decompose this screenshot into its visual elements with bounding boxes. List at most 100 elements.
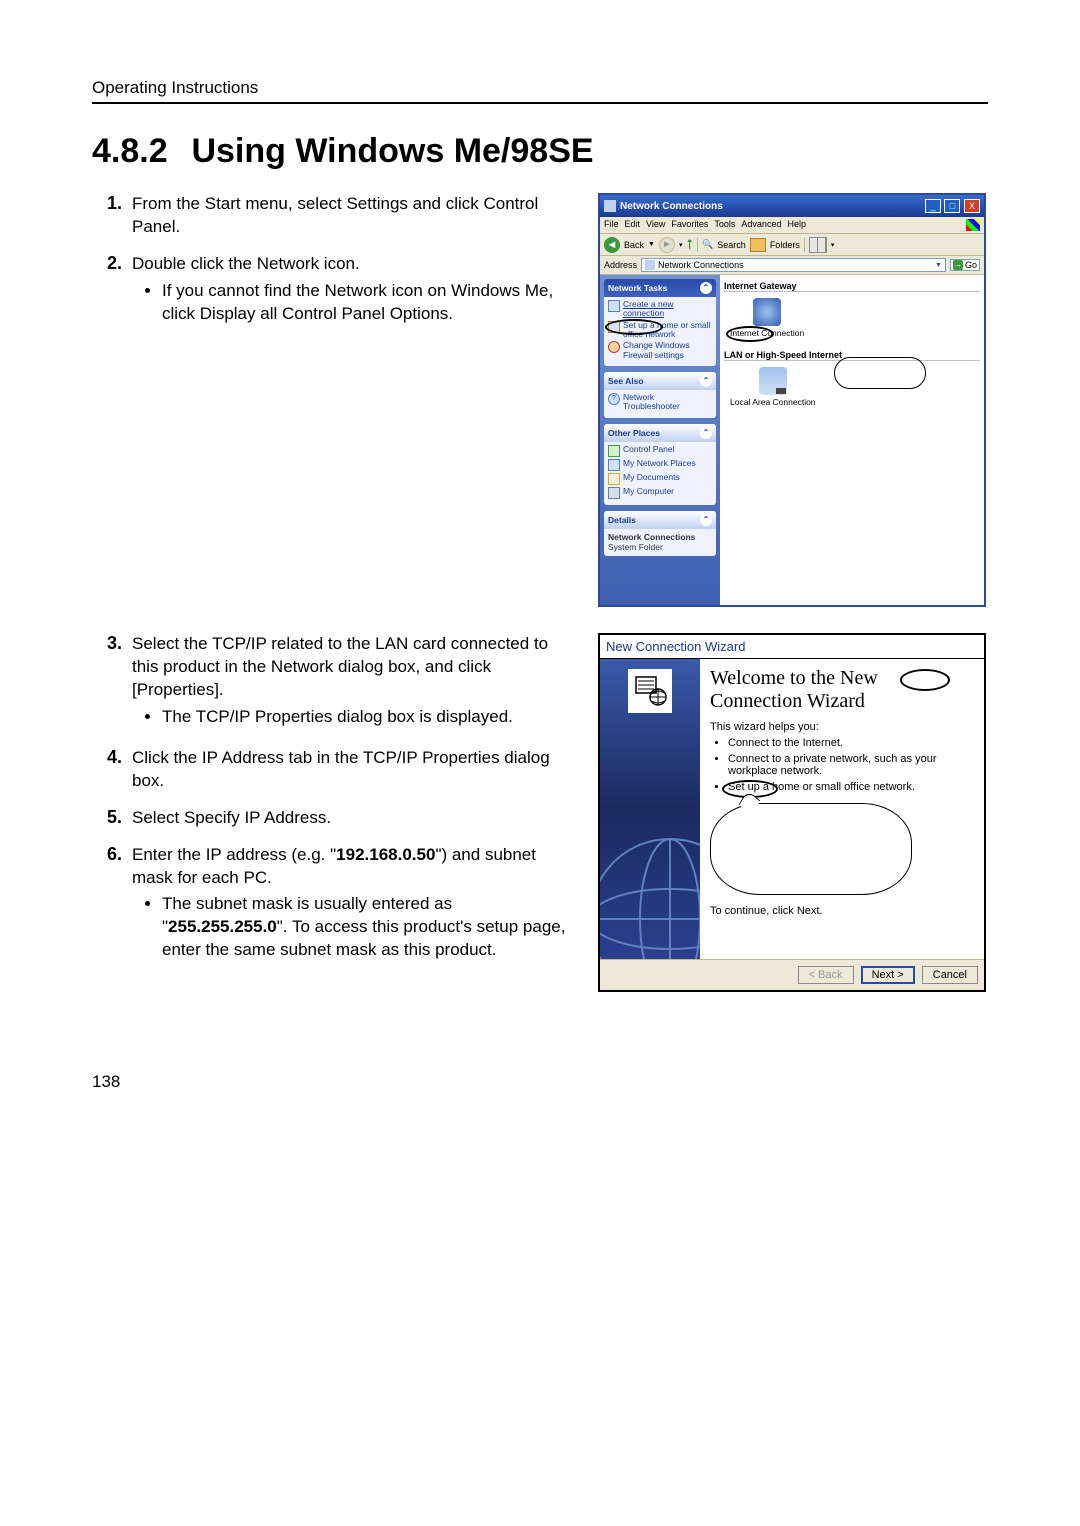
link-my-computer[interactable]: My Computer (608, 487, 712, 499)
lan-icon (759, 367, 787, 395)
annotation-circle (605, 319, 663, 335)
bullet-item: If you cannot find the Network icon on W… (162, 280, 578, 326)
wizard-title-bar: New Connection Wizard (600, 635, 984, 659)
back-button: < Back (798, 966, 854, 984)
address-bar: Address Network Connections ▼ →Go (600, 256, 984, 275)
folders-icon[interactable] (750, 238, 766, 252)
address-label: Address (604, 260, 637, 270)
menu-edit[interactable]: Edit (625, 219, 641, 231)
network-tasks-header[interactable]: Network Tasks ⌃ (604, 279, 716, 297)
collapse-icon[interactable]: ⌃ (700, 514, 712, 526)
step-text: Click the IP Address tab in the TCP/IP P… (132, 748, 550, 790)
collapse-icon[interactable]: ⌃ (700, 282, 712, 294)
go-button[interactable]: →Go (950, 259, 980, 271)
next-button[interactable]: Next > (861, 966, 915, 984)
back-label: Back (624, 240, 644, 250)
wizard-bullet: Connect to the Internet. (728, 737, 974, 749)
steps-block-2: 3. Select the TCP/IP related to the LAN … (92, 633, 578, 966)
firewall-icon (608, 341, 620, 353)
menu-bar[interactable]: File Edit View Favorites Tools Advanced … (600, 217, 984, 234)
toolbar: ◄ Back ▼ ► ▾ ⭡ 🔍 Search Folders ▾ (600, 234, 984, 256)
item-local-area-connection[interactable]: Local Area Connection (730, 367, 816, 407)
help-icon: ? (608, 393, 620, 405)
item-internet-connection[interactable]: Internet Connection (730, 298, 804, 338)
task-link-setup-network[interactable]: Set up a home or small office network (608, 321, 712, 340)
search-icon[interactable]: 🔍 (702, 239, 713, 250)
address-icon (645, 260, 655, 270)
step-number: 2. (92, 253, 132, 330)
close-button[interactable]: X (964, 199, 980, 213)
bullet-item: The TCP/IP Properties dialog box is disp… (162, 706, 578, 729)
menu-tools[interactable]: Tools (714, 219, 735, 231)
see-also-header[interactable]: See Also ⌃ (604, 372, 716, 390)
wizard-heading: Welcome to the New Connection Wizard (710, 667, 974, 713)
link-my-network-places[interactable]: My Network Places (608, 459, 712, 471)
annotation-callout (834, 357, 926, 389)
window-title: Network Connections (620, 201, 924, 212)
menu-favorites[interactable]: Favorites (671, 219, 708, 231)
annotation-callout (710, 803, 912, 895)
wizard-bullet: Connect to a private network, such as yo… (728, 753, 974, 777)
step-number: 5. (92, 807, 132, 830)
views-icon[interactable] (809, 237, 827, 253)
step-text-part: Enter the IP address (e.g. " (132, 845, 336, 864)
menu-help[interactable]: Help (787, 219, 806, 231)
details-title: Network Connections (608, 532, 712, 542)
header-divider (92, 102, 988, 104)
task-link-firewall[interactable]: Change Windows Firewall settings (608, 341, 712, 360)
collapse-icon[interactable]: ⌃ (700, 375, 712, 387)
task-link-create-connection[interactable]: Create a new connection (608, 300, 712, 319)
computer-icon (608, 487, 620, 499)
group-internet-gateway: Internet Gateway (724, 281, 980, 292)
network-connections-window: Network Connections _ □ X File Edit View… (598, 193, 986, 607)
search-label: Search (717, 240, 746, 250)
menu-view[interactable]: View (646, 219, 665, 231)
title-bar[interactable]: Network Connections _ □ X (600, 195, 984, 217)
minimize-button[interactable]: _ (925, 199, 941, 213)
link-control-panel[interactable]: Control Panel (608, 445, 712, 457)
running-header: Operating Instructions (92, 78, 988, 98)
address-field[interactable]: Network Connections ▼ (641, 258, 946, 272)
step-number: 6. (92, 844, 132, 967)
wizard-side-panel (600, 659, 700, 959)
forward-button[interactable]: ► (659, 237, 675, 253)
sidebar-tasks-pane: Network Tasks ⌃ Create a new connection … (600, 275, 720, 605)
go-icon: → (953, 260, 963, 270)
chevron-down-icon[interactable]: ▼ (935, 262, 942, 269)
folders-label: Folders (770, 240, 800, 250)
menu-file[interactable]: File (604, 219, 619, 231)
link-my-documents[interactable]: My Documents (608, 473, 712, 485)
details-subtitle: System Folder (608, 542, 712, 552)
section-title-text: Using Windows Me/98SE (191, 132, 593, 170)
documents-icon (608, 473, 620, 485)
cancel-button[interactable]: Cancel (922, 966, 978, 984)
menu-advanced[interactable]: Advanced (741, 219, 781, 231)
step-number: 4. (92, 747, 132, 793)
maximize-button[interactable]: □ (944, 199, 960, 213)
address-value: Network Connections (658, 260, 744, 270)
section-heading: 4.8.2 Using Windows Me/98SE (92, 132, 988, 171)
windows-flag-icon (966, 219, 980, 231)
wizard-intro: This wizard helps you: (710, 721, 974, 733)
globe-arcs-icon (600, 779, 700, 959)
new-connection-wizard-window: New Connection Wizard (598, 633, 986, 992)
content-area: Internet Gateway Internet Connection LAN… (720, 275, 984, 605)
other-places-header[interactable]: Other Places ⌃ (604, 424, 716, 442)
subnet-mask-example: 255.255.255.0 (168, 917, 277, 936)
wizard-bullet: Set up a home or small office network. (728, 781, 974, 793)
wizard-content: Welcome to the New Connection Wizard Thi… (700, 659, 984, 959)
step-text: Select the TCP/IP related to the LAN car… (132, 634, 548, 699)
wizard-icon (628, 669, 672, 713)
link-troubleshooter[interactable]: ?Network Troubleshooter (608, 393, 712, 412)
new-connection-icon (608, 300, 620, 312)
network-places-icon (608, 459, 620, 471)
step-text: Select Specify IP Address. (132, 808, 331, 827)
details-header[interactable]: Details ⌃ (604, 511, 716, 529)
collapse-icon[interactable]: ⌃ (700, 427, 712, 439)
wizard-continue: To continue, click Next. (710, 905, 974, 917)
gateway-icon (753, 298, 781, 326)
bullet-item: The subnet mask is usually entered as "2… (162, 893, 578, 962)
up-button[interactable]: ⭡ (686, 236, 693, 253)
back-button[interactable]: ◄ (604, 237, 620, 253)
section-number: 4.8.2 (92, 132, 182, 171)
